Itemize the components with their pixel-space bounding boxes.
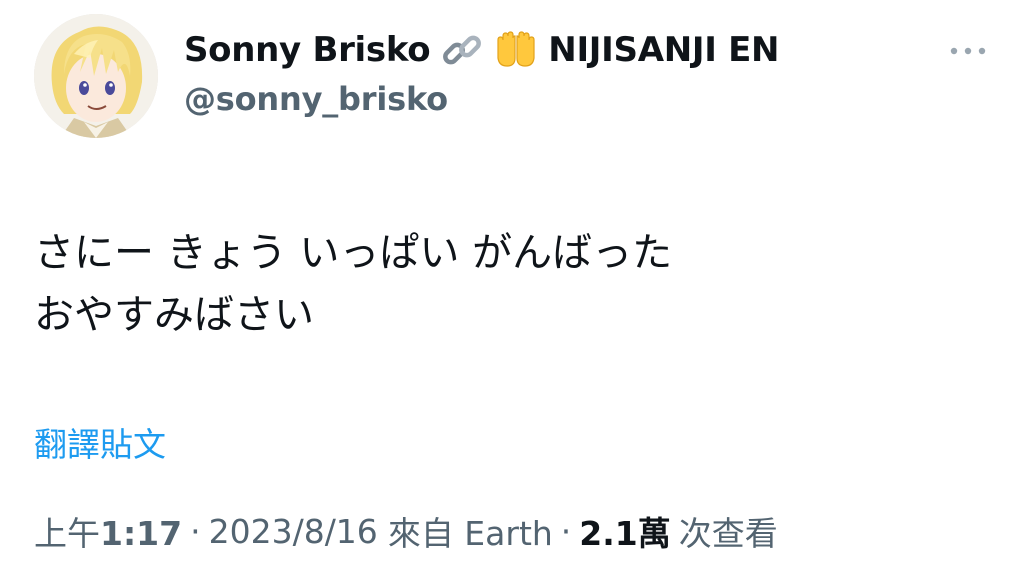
avatar-image — [34, 14, 158, 138]
tweet-text-line: さにー きょう いっぱい がんばった — [34, 230, 673, 276]
tweet-meta: 上午1:17 · 2023/8/16 來自 Earth · 2.1萬 次查看 — [34, 508, 778, 554]
link-emoji-icon — [440, 28, 484, 72]
author-display-name[interactable]: Sonny Brisko — [184, 30, 431, 70]
translate-post-link[interactable]: 翻譯貼文 — [34, 418, 166, 466]
meta-separator: · — [190, 511, 201, 551]
more-dots-icon — [950, 47, 986, 55]
tweet: Sonny Brisko NIJISANJI EN @sonny_brisko — [0, 0, 1024, 582]
avatar[interactable] — [34, 14, 158, 138]
time-prefix: 上午 — [34, 514, 100, 553]
author-handle[interactable]: @sonny_brisko — [184, 80, 448, 118]
source-label: 來自 Earth — [387, 514, 553, 553]
author-org-name: NIJISANJI EN — [548, 30, 780, 70]
views-count[interactable]: 2.1萬 — [579, 507, 670, 555]
palms-up-emoji-icon — [494, 28, 538, 72]
more-options-button[interactable] — [946, 36, 990, 66]
tweet-text: さにー きょう いっぱい がんばった おやすみばさい — [34, 222, 974, 346]
time: 1:17 — [100, 514, 183, 553]
timestamp-link[interactable]: 上午1:17 — [34, 507, 182, 555]
meta-separator: · — [560, 511, 572, 551]
tweet-text-line: おやすみばさい — [34, 292, 314, 338]
date[interactable]: 2023/8/16 — [209, 512, 378, 551]
views-label: 次查看 — [678, 514, 778, 553]
author-name-row[interactable]: Sonny Brisko NIJISANJI EN — [184, 26, 779, 74]
